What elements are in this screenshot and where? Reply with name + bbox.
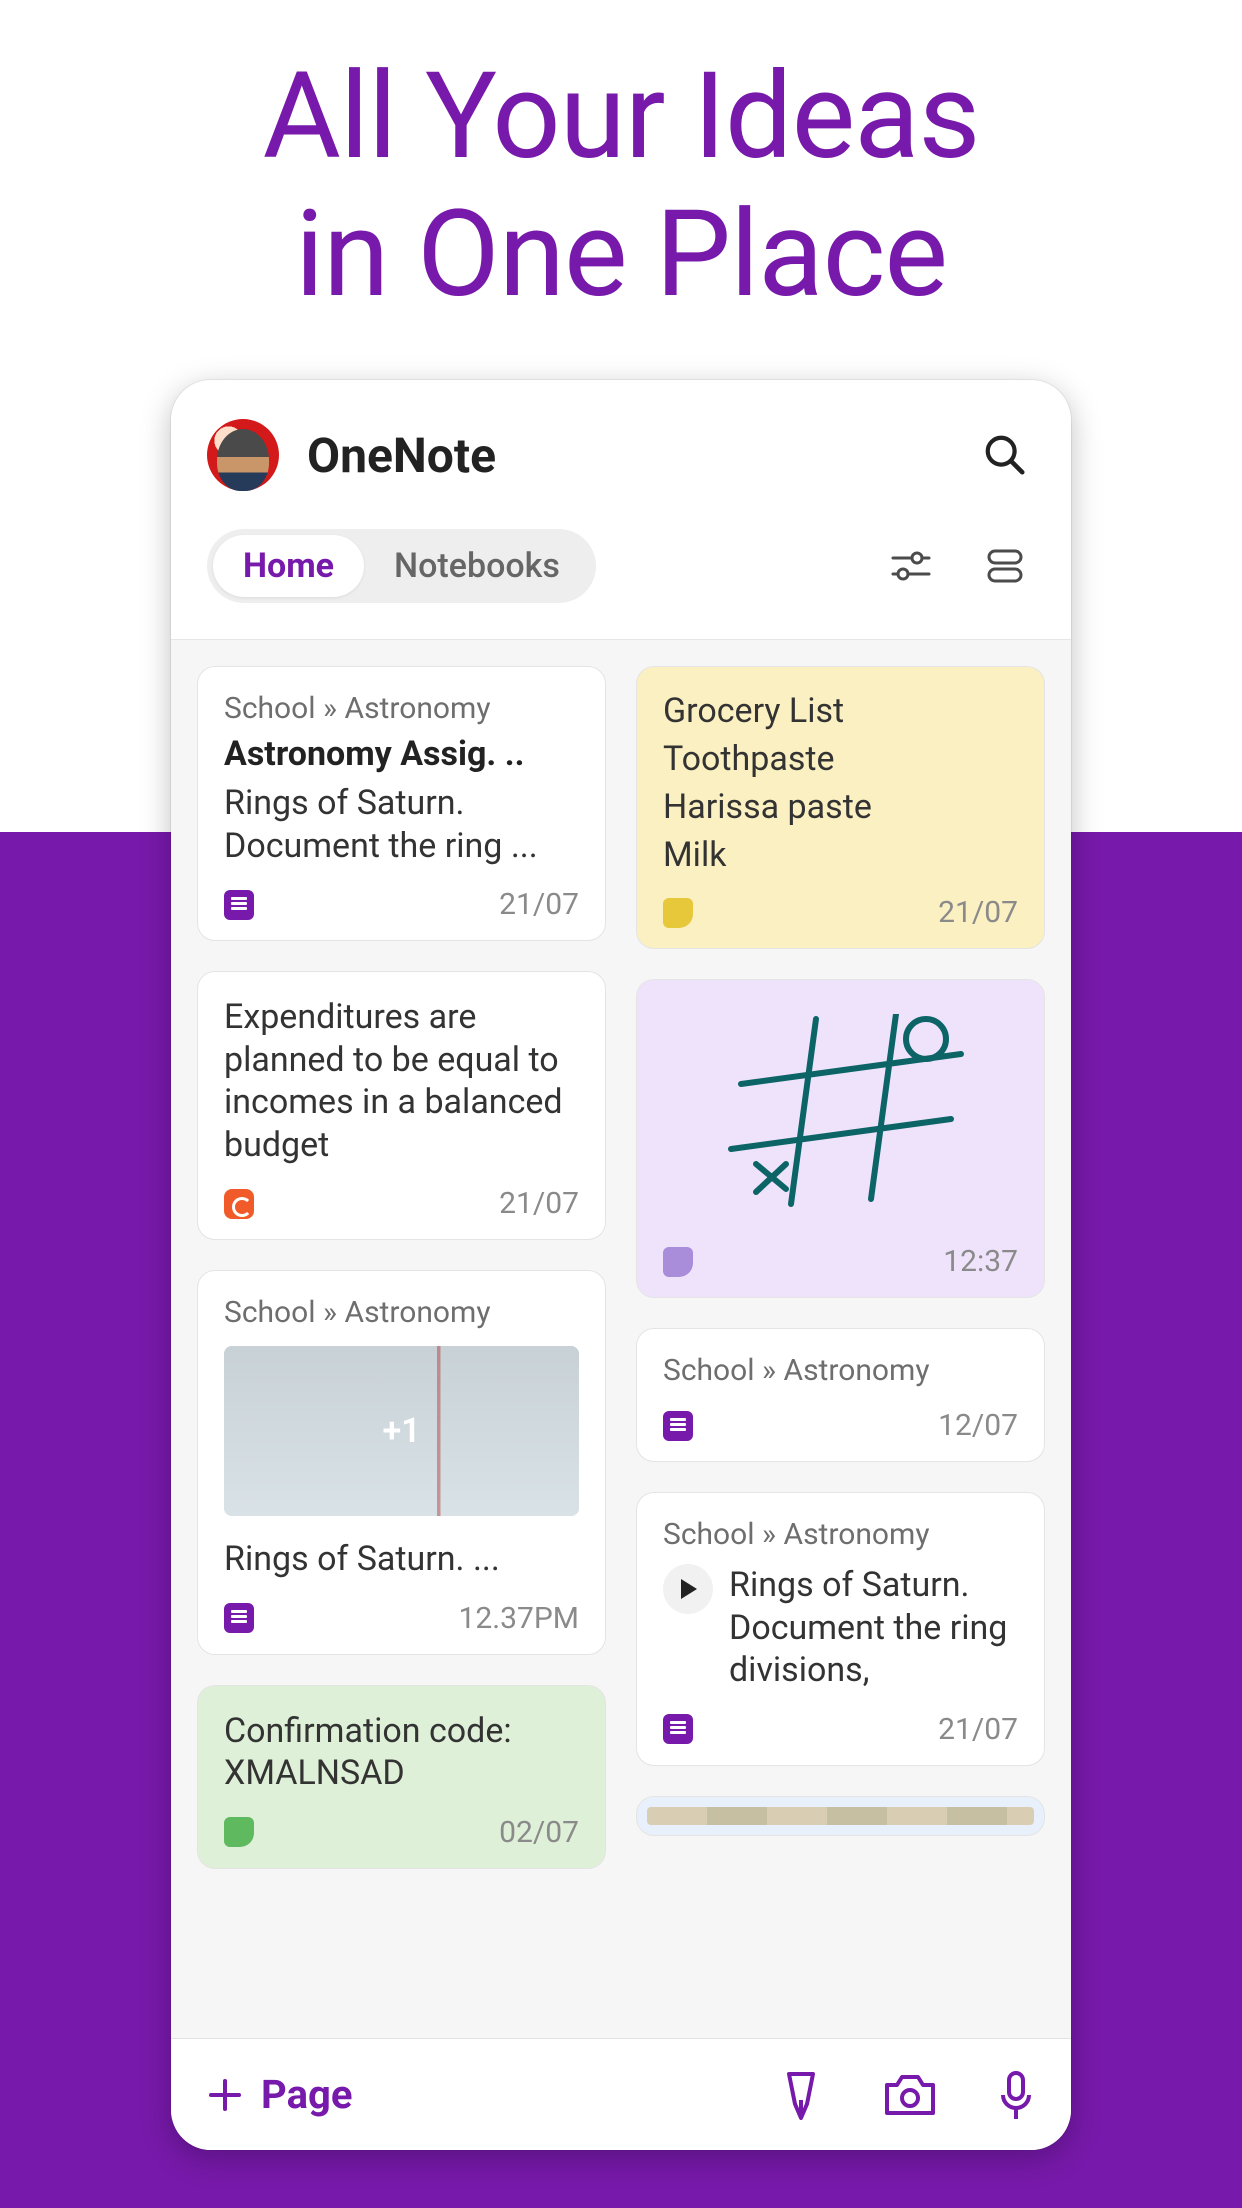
new-page-button[interactable]: Page: [207, 2071, 352, 2118]
plus-icon: [207, 2077, 243, 2113]
camera-button[interactable]: [883, 2073, 937, 2117]
note-timestamp: 21/07: [499, 1186, 579, 1221]
note-card[interactable]: School » Astronomy +1 Rings of Saturn. .…: [197, 1270, 606, 1655]
play-button[interactable]: [663, 1564, 713, 1614]
feed-column-left: School » Astronomy Astronomy Assig. .. R…: [197, 666, 606, 1869]
note-type-icon: [224, 1603, 254, 1633]
note-thumbnail: [647, 1807, 1034, 1825]
tab-notebooks[interactable]: Notebooks: [364, 535, 590, 597]
note-line: Toothpaste: [663, 739, 1018, 779]
note-breadcrumb: School » Astronomy: [224, 691, 579, 726]
list-view-icon: [984, 545, 1026, 587]
notes-feed: School » Astronomy Astronomy Assig. .. R…: [171, 640, 1071, 1895]
sticky-note-icon: [663, 898, 693, 928]
mic-button[interactable]: [997, 2069, 1035, 2121]
app-title: OneNote: [307, 427, 496, 484]
thumbnail-overlay-count: +1: [382, 1411, 420, 1451]
camera-icon: [883, 2073, 937, 2117]
note-title: Rings of Saturn. ...: [224, 1538, 579, 1581]
promo-headline: All Your Ideas in One Place: [0, 0, 1242, 324]
ink-drawing: [663, 1004, 1018, 1224]
sliders-icon: [887, 546, 935, 586]
new-page-label: Page: [261, 2071, 352, 2118]
tab-home[interactable]: Home: [213, 535, 364, 597]
note-line: Harissa paste: [663, 787, 1018, 827]
note-body: Confirmation code: XMALNSAD: [224, 1710, 579, 1795]
note-breadcrumb: School » Astronomy: [224, 1295, 579, 1330]
note-type-icon: [663, 1411, 693, 1441]
app-header: OneNote Home Notebooks: [171, 380, 1071, 640]
note-card[interactable]: [636, 1796, 1045, 1836]
tab-switcher: Home Notebooks: [207, 529, 596, 603]
note-card[interactable]: School » Astronomy Astronomy Assig. .. R…: [197, 666, 606, 941]
note-card[interactable]: Expenditures are planned to be equal to …: [197, 971, 606, 1240]
sticky-note-icon: [663, 1247, 693, 1277]
play-icon: [678, 1578, 698, 1600]
note-card[interactable]: Confirmation code: XMALNSAD 02/07: [197, 1685, 606, 1869]
note-line: Grocery List: [663, 691, 1018, 731]
note-thumbnail: +1: [224, 1346, 579, 1516]
headline-line2: in One Place: [0, 186, 1242, 324]
note-breadcrumb: School » Astronomy: [663, 1517, 1018, 1552]
note-type-icon: [663, 1714, 693, 1744]
note-title: Astronomy Assig. ..: [224, 734, 579, 774]
note-body: Expenditures are planned to be equal to …: [224, 996, 579, 1166]
feed-column-right: Grocery List Toothpaste Harissa paste Mi…: [636, 666, 1045, 1836]
note-timestamp: 02/07: [499, 1815, 579, 1850]
search-button[interactable]: [975, 425, 1035, 485]
note-body: Rings of Saturn. Document the ring divis…: [729, 1564, 1018, 1692]
filter-button[interactable]: [881, 536, 941, 596]
note-card[interactable]: 12:37: [636, 979, 1045, 1298]
note-body: Rings of Saturn. Document the ring ...: [224, 782, 579, 867]
note-breadcrumb: School » Astronomy: [663, 1353, 1018, 1388]
sticky-note-icon: [224, 1817, 254, 1847]
note-card[interactable]: Grocery List Toothpaste Harissa paste Mi…: [636, 666, 1045, 949]
note-card[interactable]: School » Astronomy 12/07: [636, 1328, 1045, 1462]
avatar[interactable]: [207, 419, 279, 491]
note-timestamp: 12/07: [938, 1408, 1018, 1443]
ink-button[interactable]: [779, 2070, 823, 2120]
search-icon: [982, 432, 1028, 478]
headline-line1: All Your Ideas: [0, 48, 1242, 186]
note-timestamp: 21/07: [938, 895, 1018, 930]
note-timestamp: 21/07: [938, 1712, 1018, 1747]
microphone-icon: [997, 2069, 1035, 2121]
view-toggle-button[interactable]: [975, 536, 1035, 596]
bottom-bar: Page: [171, 2038, 1071, 2150]
pen-nib-icon: [779, 2070, 823, 2120]
note-timestamp: 21/07: [499, 887, 579, 922]
note-type-icon: [224, 890, 254, 920]
phone-frame: OneNote Home Notebooks: [171, 380, 1071, 2150]
note-line: Milk: [663, 835, 1018, 875]
office-lens-icon: [224, 1189, 254, 1219]
tic-tac-toe-icon: [701, 1014, 981, 1214]
note-timestamp: 12:37: [943, 1244, 1018, 1279]
note-card[interactable]: School » Astronomy Rings of Saturn. Docu…: [636, 1492, 1045, 1766]
note-timestamp: 12.37PM: [459, 1601, 579, 1636]
